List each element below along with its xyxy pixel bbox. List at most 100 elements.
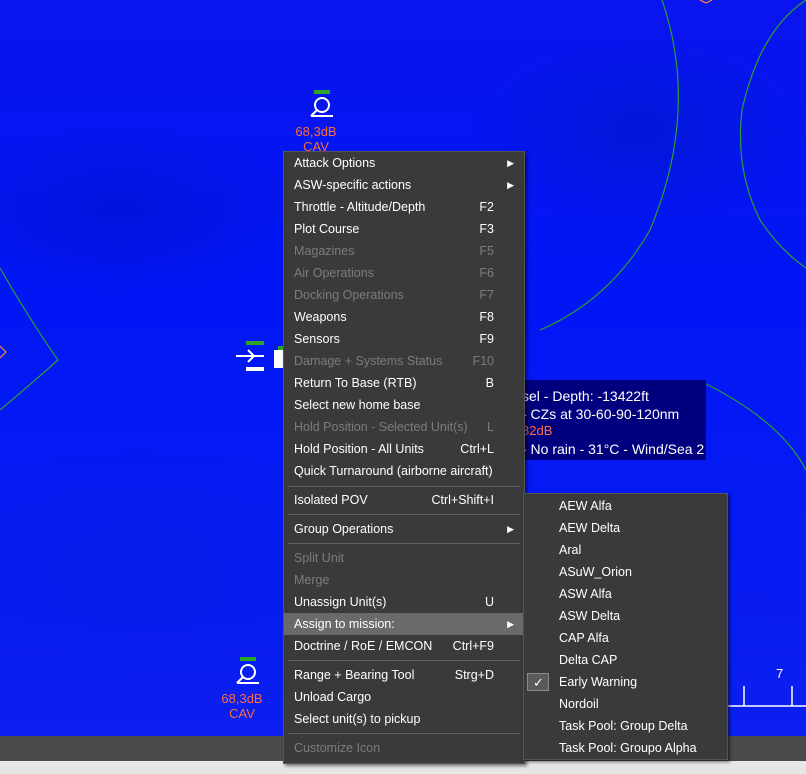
menu-separator	[288, 733, 520, 734]
menu-item-shortcut: Ctrl+Shift+I	[431, 493, 494, 507]
menu-item-label: Unload Cargo	[294, 690, 372, 704]
menu-item-hold-selected: Hold Position - Selected Unit(s) L	[284, 416, 524, 438]
mission-submenu: AEW Alfa AEW Delta Aral ASuW_Orion ASW A…	[523, 493, 728, 760]
menu-separator	[288, 514, 520, 515]
menu-item-merge: Merge	[284, 569, 524, 591]
mission-item-label: Task Pool: Groupo Alpha	[559, 741, 697, 755]
contact-marker-icon	[0, 345, 7, 359]
unit-info-tooltip: sel - Depth: -13422ft - CZs at 30-60-90-…	[522, 380, 706, 460]
menu-item-label: Range + Bearing Tool	[294, 668, 415, 682]
menu-item-isolated-pov[interactable]: Isolated POV Ctrl+Shift+I	[284, 489, 524, 511]
menu-item-label: Damage + Systems Status	[294, 354, 443, 368]
menu-item-shortcut: F7	[479, 288, 494, 302]
sonobuoy-unit-icon[interactable]	[307, 88, 337, 118]
menu-item-label: Isolated POV	[294, 493, 368, 507]
menu-separator	[288, 486, 520, 487]
menu-item-label: Group Operations	[294, 522, 394, 536]
mission-item-label: AEW Alfa	[559, 499, 612, 513]
menu-item-label: Attack Options	[294, 156, 376, 170]
unit-db-label: 68,3dB	[295, 124, 337, 139]
mission-item[interactable]: AEW Delta	[524, 517, 727, 539]
range-ring-lower	[701, 381, 806, 471]
mission-item[interactable]: Task Pool: Groupo Alpha	[524, 737, 727, 759]
menu-item-doctrine[interactable]: Doctrine / RoE / EMCON Ctrl+F9	[284, 635, 524, 657]
menu-item-select-pickup[interactable]: Select unit(s) to pickup	[284, 708, 524, 730]
menu-item-asw-actions[interactable]: ASW-specific actions ▶	[284, 174, 524, 196]
sonobuoy-unit-icon[interactable]	[233, 655, 263, 685]
mission-item[interactable]: ASW Alfa	[524, 583, 727, 605]
menu-item-label: Air Operations	[294, 266, 374, 280]
mission-item-label: ASuW_Orion	[559, 565, 632, 579]
map-scale: 7	[728, 666, 806, 708]
submenu-arrow-icon: ▶	[507, 158, 514, 168]
mission-item[interactable]: Task Pool: Group Delta	[524, 715, 727, 737]
menu-item-magazines: Magazines F5	[284, 240, 524, 262]
menu-item-label: Merge	[294, 573, 330, 587]
menu-item-unload-cargo[interactable]: Unload Cargo	[284, 686, 524, 708]
tooltip-db-label: 82dB	[522, 423, 553, 438]
menu-item-unassign-units[interactable]: Unassign Unit(s) U	[284, 591, 524, 613]
menu-item-label: Quick Turnaround (airborne aircraft)	[294, 464, 493, 478]
mission-item-label: Task Pool: Group Delta	[559, 719, 688, 733]
mission-item-label: Nordoil	[559, 697, 599, 711]
menu-item-range-bearing[interactable]: Range + Bearing Tool Strg+D	[284, 664, 524, 686]
menu-item-label: Assign to mission:	[294, 617, 395, 631]
menu-item-assign-to-mission[interactable]: Assign to mission: ▶	[284, 613, 524, 635]
menu-item-shortcut: F8	[479, 310, 494, 324]
menu-item-label: Hold Position - All Units	[294, 442, 424, 456]
menu-item-attack-options[interactable]: Attack Options ▶	[284, 152, 524, 174]
menu-item-customize-icon: Customize Icon	[284, 737, 524, 759]
mission-item[interactable]: Aral	[524, 539, 727, 561]
unit-db-label: 68,3dB	[221, 691, 263, 706]
menu-item-shortcut: Strg+D	[454, 668, 494, 682]
mission-item-label: ASW Delta	[559, 609, 621, 623]
menu-item-label: Select unit(s) to pickup	[294, 712, 421, 726]
menu-item-rtb[interactable]: Return To Base (RTB) B	[284, 372, 524, 394]
tooltip-line-depth: sel - Depth: -13422ft	[522, 388, 649, 404]
menu-item-select-home-base[interactable]: Select new home base	[284, 394, 524, 416]
menu-separator	[288, 660, 520, 661]
contact-marker-icon	[699, 0, 713, 4]
menu-item-shortcut: F3	[479, 222, 494, 236]
menu-item-shortcut: L	[487, 420, 494, 434]
menu-item-shortcut: F5	[479, 244, 494, 258]
menu-item-sensors[interactable]: Sensors F9	[284, 328, 524, 350]
menu-item-shortcut: B	[485, 376, 494, 390]
tooltip-line-weather: - No rain - 31°C - Wind/Sea 2	[522, 441, 705, 457]
unit-type-label: CAV	[229, 706, 255, 721]
menu-item-hold-all[interactable]: Hold Position - All Units Ctrl+L	[284, 438, 524, 460]
range-ring-right	[739, 0, 806, 269]
mission-item-label: CAP Alfa	[559, 631, 609, 645]
menu-item-docking-operations: Docking Operations F7	[284, 284, 524, 306]
mission-item-label: Aral	[559, 543, 582, 557]
menu-item-label: Sensors	[294, 332, 340, 346]
unit-label: 68,3dB CAV	[214, 691, 270, 721]
mission-item[interactable]: Delta CAP	[524, 649, 727, 671]
menu-item-split-unit: Split Unit	[284, 547, 524, 569]
range-ring-left	[0, 267, 59, 411]
mission-item[interactable]: CAP Alfa	[524, 627, 727, 649]
menu-item-air-operations: Air Operations F6	[284, 262, 524, 284]
menu-item-damage-status: Damage + Systems Status F10	[284, 350, 524, 372]
mission-item[interactable]: ASW Delta	[524, 605, 727, 627]
menu-item-shortcut: F9	[479, 332, 494, 346]
menu-item-quick-turnaround[interactable]: Quick Turnaround (airborne aircraft)	[284, 460, 524, 482]
menu-item-label: Docking Operations	[294, 288, 404, 302]
menu-item-label: Weapons	[294, 310, 347, 324]
menu-item-weapons[interactable]: Weapons F8	[284, 306, 524, 328]
scale-label: 7	[776, 666, 784, 681]
menu-item-plot-course[interactable]: Plot Course F3	[284, 218, 524, 240]
mission-item[interactable]: AEW Alfa	[524, 495, 727, 517]
menu-item-throttle[interactable]: Throttle - Altitude/Depth F2	[284, 196, 524, 218]
mission-item[interactable]: ASuW_Orion	[524, 561, 727, 583]
checkmark-icon: ✓	[527, 673, 549, 691]
mission-item-checked[interactable]: ✓ Early Warning	[524, 671, 727, 693]
menu-item-group-operations[interactable]: Group Operations ▶	[284, 518, 524, 540]
mission-item[interactable]: Nordoil	[524, 693, 727, 715]
menu-item-shortcut: U	[484, 595, 494, 609]
menu-item-shortcut: F2	[479, 200, 494, 214]
aircraft-group-icon[interactable]	[234, 340, 286, 376]
menu-item-shortcut: F6	[479, 266, 494, 280]
submenu-arrow-icon: ▶	[507, 524, 514, 534]
menu-item-label: Throttle - Altitude/Depth	[294, 200, 426, 214]
